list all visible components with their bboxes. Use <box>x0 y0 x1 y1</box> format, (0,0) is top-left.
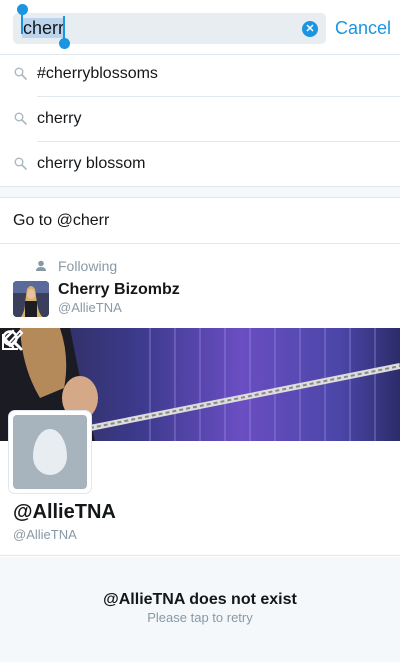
compose-icon[interactable] <box>0 328 24 352</box>
profile-avatar[interactable] <box>9 411 91 493</box>
person-icon <box>36 260 46 271</box>
clear-icon[interactable]: ✕ <box>302 21 318 37</box>
default-avatar <box>13 415 87 489</box>
avatar[interactable] <box>13 281 49 317</box>
user-handle: @AllieTNA <box>58 300 122 315</box>
goto-user-row[interactable]: Go to @cherr <box>0 198 400 244</box>
suggestion-label: cherry <box>37 110 82 127</box>
error-title: @AllieTNA does not exist <box>103 591 297 608</box>
following-label: Following <box>58 258 118 274</box>
following-user-row[interactable]: Following Cherry Bizombz @AllieTNA <box>0 244 400 328</box>
goto-label: Go to @cherr <box>13 212 110 229</box>
egg-icon <box>33 429 67 475</box>
suggestion-item[interactable]: cherry blossom <box>0 142 400 187</box>
suggestion-item[interactable]: cherry <box>0 97 400 142</box>
selection-end-stem <box>63 16 65 40</box>
magnifier-icon <box>14 112 27 125</box>
profile-name: @AllieTNA <box>13 501 116 523</box>
selection-start-stem <box>21 12 23 34</box>
suggestion-label: cherry blossom <box>37 155 146 172</box>
cancel-button[interactable]: Cancel <box>335 18 391 39</box>
profile-handle: @AllieTNA <box>13 527 77 542</box>
retry-hint[interactable]: Please tap to retry <box>0 610 400 625</box>
suggestion-label: #cherryblossoms <box>37 65 158 82</box>
search-bar: cherr ✕ Cancel <box>0 0 400 55</box>
magnifier-icon <box>14 157 27 170</box>
selection-start-handle[interactable] <box>17 4 28 15</box>
magnifier-icon <box>14 67 27 80</box>
selection-end-handle[interactable] <box>59 38 70 49</box>
error-panel[interactable]: @AllieTNA does not exist Please tap to r… <box>0 557 400 662</box>
section-gap <box>0 186 400 198</box>
search-query[interactable]: cherr <box>22 18 66 39</box>
suggestion-item[interactable]: #cherryblossoms <box>0 52 400 97</box>
user-name: Cherry Bizombz <box>58 281 180 298</box>
